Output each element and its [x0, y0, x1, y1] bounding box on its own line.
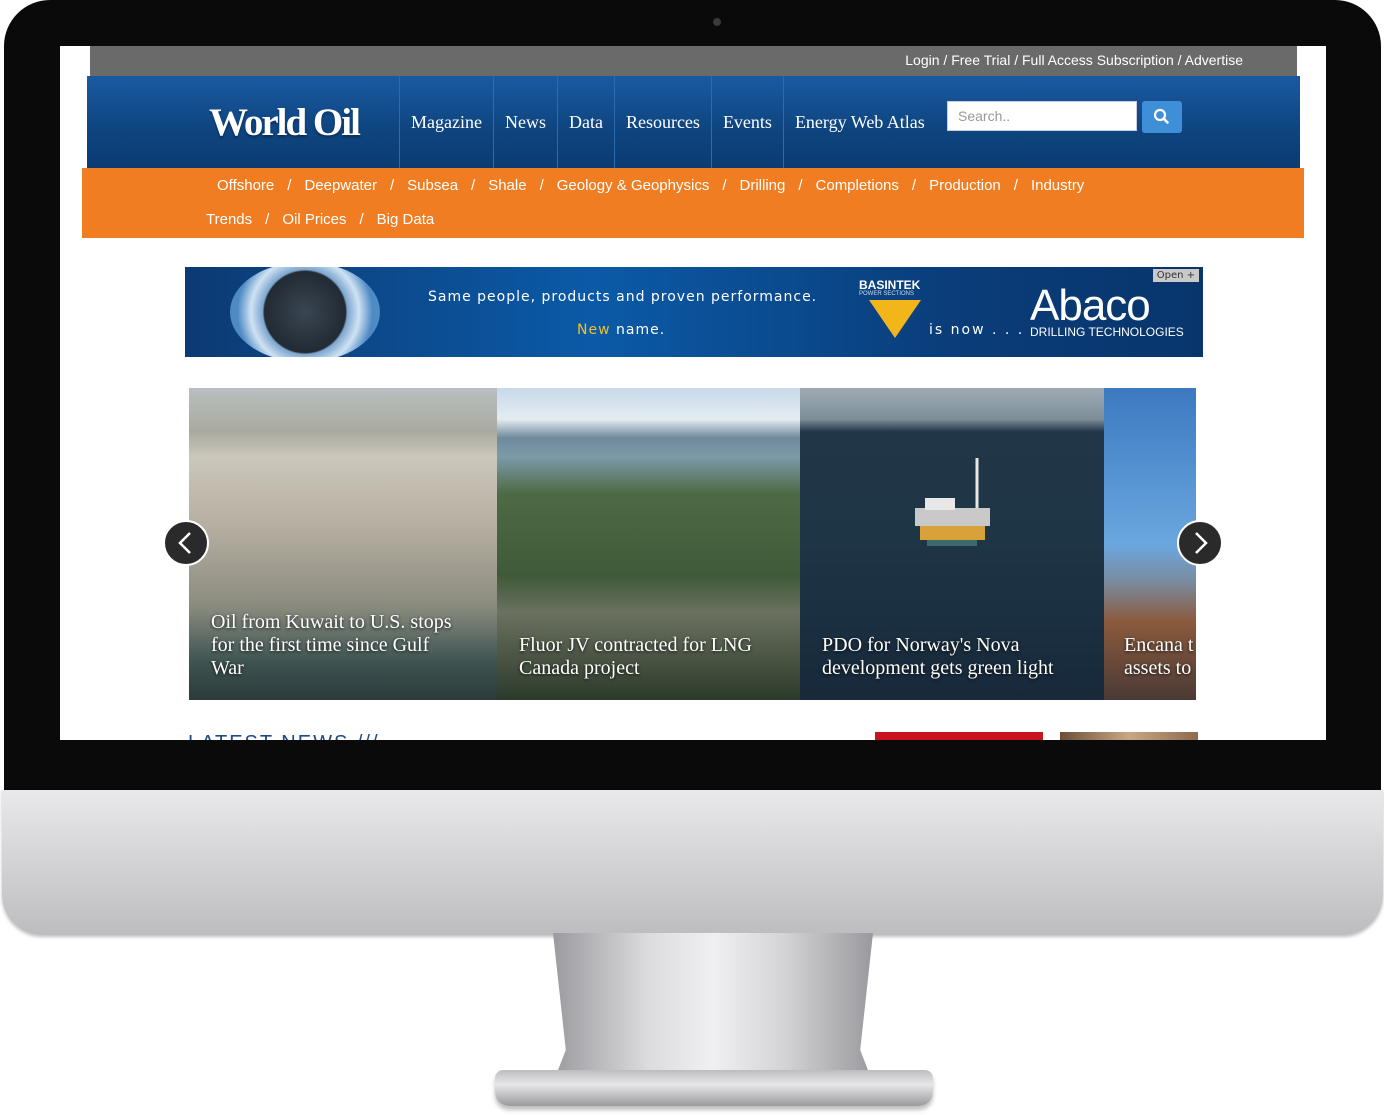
- topic-oil-prices[interactable]: Oil Prices: [282, 211, 346, 228]
- screen: Login / Free Trial / Full Access Subscri…: [60, 46, 1326, 740]
- world-oil-logo[interactable]: World Oil: [209, 100, 361, 145]
- basintek-subtitle: POWER SECTIONS: [859, 291, 915, 297]
- ad-engineer-photo: [230, 267, 380, 357]
- abaco-subtitle: DRILLING TECHNOLOGIES: [1030, 325, 1184, 339]
- carousel-slide[interactable]: Oil from Kuwait to U.S. stops for the fi…: [189, 388, 497, 700]
- basintek-mark-icon: [869, 300, 921, 338]
- platform-rig-icon: [915, 458, 990, 546]
- slide-caption: PDO for Norway's Nova development gets g…: [822, 634, 1054, 679]
- monitor-stand: [553, 933, 873, 1083]
- topic-subsea[interactable]: Subsea: [407, 177, 458, 194]
- topic-deepwater[interactable]: Deepwater: [304, 177, 377, 194]
- abaco-logo: Abaco: [1030, 281, 1151, 330]
- search-input[interactable]: [947, 101, 1137, 131]
- topic-shale[interactable]: Shale: [488, 177, 526, 194]
- carousel-prev-button[interactable]: [163, 520, 209, 566]
- ad-open-button[interactable]: Open +: [1152, 269, 1199, 282]
- nav-resources[interactable]: Resources: [613, 76, 711, 168]
- sidebar-photo-partial: [1060, 732, 1198, 740]
- nav-news[interactable]: News: [492, 76, 557, 168]
- topic-offshore[interactable]: Offshore: [217, 177, 274, 194]
- nav-events[interactable]: Events: [710, 76, 783, 168]
- latest-news-heading: LATEST NEWS ///: [188, 732, 380, 740]
- topic-geology-geophysics[interactable]: Geology & Geophysics: [557, 177, 710, 194]
- topic-nav-row-1: Offshore / Deepwater / Subsea / Shale / Geology …: [217, 177, 1085, 194]
- topic-industry[interactable]: Industry: [1031, 177, 1084, 194]
- top-utility-bar: Login / Free Trial / Full Access Subscri…: [90, 46, 1297, 76]
- basintek-logo: BASINTEK: [859, 278, 921, 292]
- monitor-stand-base: [495, 1070, 933, 1106]
- topic-drilling[interactable]: Drilling: [740, 177, 786, 194]
- camera-dot: [713, 18, 721, 26]
- advertise-link[interactable]: Advertise: [1185, 52, 1243, 68]
- subscription-link[interactable]: Full Access Subscription: [1022, 52, 1174, 68]
- chevron-left-icon: [178, 532, 191, 554]
- topic-nav-row-2: Trends / Oil Prices / Big Data: [206, 211, 435, 228]
- sidebar-ad-partial: [875, 732, 1043, 740]
- nav-magazine[interactable]: Magazine: [399, 76, 493, 168]
- site-header: World Oil Magazine News Data Resources E…: [87, 76, 1300, 168]
- carousel-slide[interactable]: Fluor JV contracted for LNG Canada proje…: [497, 388, 800, 700]
- topic-completions[interactable]: Completions: [816, 177, 899, 194]
- featured-carousel: Oil from Kuwait to U.S. stops for the fi…: [189, 388, 1196, 700]
- slide-caption: Fluor JV contracted for LNG Canada proje…: [519, 634, 752, 679]
- nav-energy-web-atlas[interactable]: Energy Web Atlas: [782, 76, 936, 168]
- ad-new-name: New name.: [577, 322, 666, 338]
- free-trial-link[interactable]: Free Trial: [951, 52, 1010, 68]
- account-links: Login / Free Trial / Full Access Subscri…: [905, 52, 1243, 68]
- nav-data[interactable]: Data: [556, 76, 614, 168]
- slide-caption: Encana t assets to: [1124, 634, 1194, 679]
- main-nav: Magazine News Data Resources Events Ener…: [399, 76, 936, 168]
- topic-big-data[interactable]: Big Data: [377, 211, 435, 228]
- slide-caption: Oil from Kuwait to U.S. stops for the fi…: [211, 611, 452, 679]
- monitor-chin: [2, 790, 1383, 935]
- login-link[interactable]: Login: [905, 52, 939, 68]
- ad-tagline: Same people, products and proven perform…: [428, 289, 818, 305]
- search-button[interactable]: [1142, 101, 1182, 133]
- abaco-banner-ad[interactable]: Same people, products and proven perform…: [185, 267, 1203, 357]
- ad-is-now: is now . . .: [929, 322, 1025, 338]
- topic-nav: Offshore / Deepwater / Subsea / Shale / Geology …: [82, 168, 1304, 238]
- carousel-slide[interactable]: PDO for Norway's Nova development gets g…: [800, 388, 1104, 700]
- carousel-next-button[interactable]: [1177, 520, 1223, 566]
- topic-trends[interactable]: Trends: [206, 211, 252, 228]
- search-icon: [1153, 108, 1169, 124]
- chevron-right-icon: [1195, 532, 1208, 554]
- topic-production[interactable]: Production: [929, 177, 1001, 194]
